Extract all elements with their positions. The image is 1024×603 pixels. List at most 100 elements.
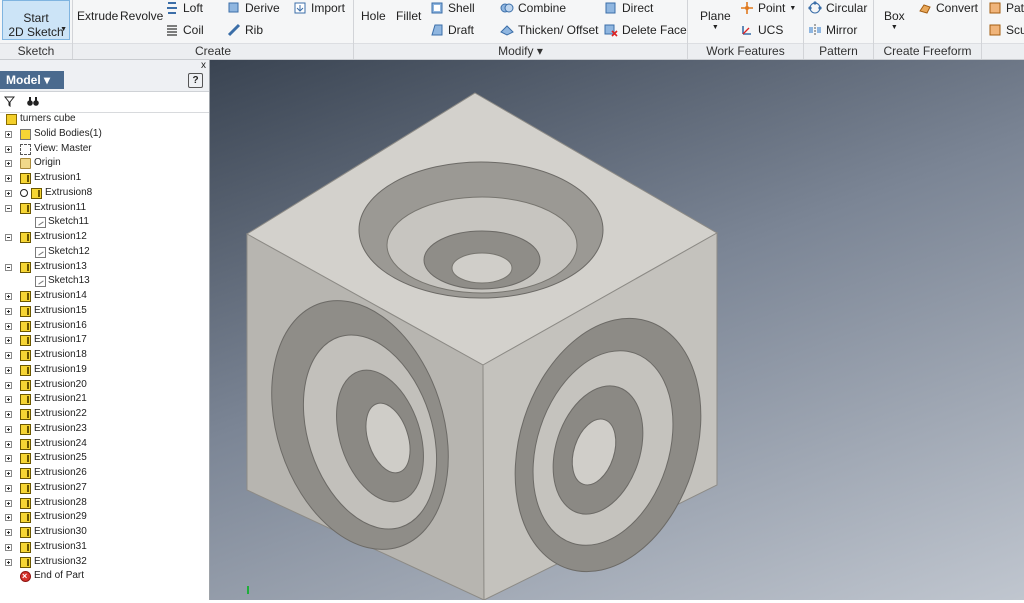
expand-toggle-icon[interactable] — [5, 425, 12, 433]
tree-item[interactable]: Extrusion29 — [0, 510, 209, 525]
filter-icon[interactable] — [4, 96, 15, 107]
tree-item[interactable]: Extrusion32 — [0, 555, 209, 570]
expand-toggle-icon[interactable] — [5, 366, 12, 374]
expand-toggle-icon[interactable] — [5, 543, 12, 551]
graphics-viewport[interactable] — [210, 60, 1024, 601]
tree-item[interactable]: Extrusion26 — [0, 466, 209, 481]
tree-item[interactable]: Solid Bodies(1) — [0, 127, 209, 142]
rib-button[interactable]: Rib — [227, 23, 263, 37]
tree-item[interactable]: Extrusion18 — [0, 348, 209, 363]
expand-toggle-icon[interactable] — [5, 160, 12, 168]
ucs-button[interactable]: UCS — [740, 23, 783, 37]
extrude-button[interactable]: Extrude — [77, 9, 118, 23]
tree-item[interactable]: Extrusion19 — [0, 363, 209, 378]
tree-item[interactable]: Extrusion12 — [0, 230, 209, 245]
tree-item[interactable]: Sketch11 — [0, 215, 209, 230]
expand-toggle-icon[interactable] — [5, 411, 12, 418]
tree-item[interactable]: Extrusion14 — [0, 289, 209, 304]
derive-label: Derive — [245, 1, 280, 15]
delete-face-button[interactable]: Delete Face — [604, 23, 687, 37]
expand-toggle-icon[interactable] — [5, 381, 12, 389]
fillet-button[interactable]: Fillet — [396, 9, 421, 23]
loft-button[interactable]: Loft — [165, 1, 203, 15]
hole-button[interactable]: Hole — [361, 9, 386, 23]
expand-toggle-icon[interactable] — [5, 263, 12, 271]
convert-button[interactable]: Convert — [918, 1, 978, 15]
tree-item[interactable]: Extrusion23 — [0, 422, 209, 437]
tree-item[interactable]: Extrusion17 — [0, 333, 209, 348]
binoculars-icon[interactable] — [27, 96, 39, 107]
box-dropdown-icon[interactable]: ▼ — [884, 23, 905, 32]
sculpt-button[interactable]: Scu — [988, 23, 1024, 37]
revolve-button[interactable]: Revolve — [120, 9, 163, 23]
box-button[interactable]: Box ▼ — [884, 9, 905, 32]
expand-toggle-icon[interactable] — [5, 352, 12, 359]
tree-root-item[interactable]: turners cube — [0, 112, 209, 127]
tree-item[interactable]: Extrusion31 — [0, 540, 209, 555]
expand-toggle-icon[interactable] — [5, 307, 12, 315]
turners-cube-model[interactable] — [210, 60, 1024, 601]
tree-item[interactable]: Extrusion22 — [0, 407, 209, 422]
extrusion-icon — [20, 482, 31, 494]
shell-button[interactable]: Shell — [430, 1, 475, 15]
expand-toggle-icon[interactable] — [5, 189, 12, 197]
direct-button[interactable]: Direct — [604, 1, 653, 15]
expand-toggle-icon[interactable] — [5, 470, 12, 477]
expand-toggle-icon[interactable] — [5, 175, 12, 182]
tree-item[interactable]: End of Part — [0, 569, 209, 584]
tree-item[interactable]: Extrusion16 — [0, 319, 209, 334]
mirror-button[interactable]: Mirror — [808, 23, 857, 37]
tree-item[interactable]: View: Master — [0, 142, 209, 157]
tree-item[interactable]: Extrusion20 — [0, 378, 209, 393]
tree-item[interactable]: Extrusion25 — [0, 451, 209, 466]
help-icon[interactable]: ? — [188, 73, 203, 88]
import-button[interactable]: Import — [293, 1, 345, 15]
start-2d-sketch-button[interactable]: Start 2D Sketch ▼ — [2, 0, 70, 40]
expand-toggle-icon[interactable] — [5, 293, 12, 300]
point-dropdown-icon[interactable]: ▼ — [789, 5, 796, 12]
expand-toggle-icon[interactable] — [5, 558, 12, 566]
expand-toggle-icon[interactable] — [5, 396, 12, 404]
expand-toggle-icon[interactable] — [5, 455, 12, 463]
tree-item[interactable]: Origin — [0, 156, 209, 171]
plane-button[interactable]: Plane ▼ — [700, 9, 731, 32]
modify-panel-label[interactable]: Modify ▾ — [354, 43, 687, 59]
tree-item[interactable]: Extrusion24 — [0, 437, 209, 452]
coil-button[interactable]: Coil — [165, 23, 204, 37]
loft-label: Loft — [183, 1, 204, 15]
dropdown-arrow-icon[interactable]: ▼ — [60, 23, 67, 37]
expand-toggle-icon[interactable] — [5, 514, 12, 522]
plane-dropdown-icon[interactable]: ▼ — [700, 23, 731, 32]
expand-toggle-icon[interactable] — [5, 204, 12, 212]
tree-item[interactable]: Extrusion13 — [0, 260, 209, 275]
tree-item[interactable]: Extrusion27 — [0, 481, 209, 496]
tree-item[interactable]: Extrusion8 — [0, 186, 209, 201]
combine-button[interactable]: Combine — [500, 1, 566, 15]
close-icon[interactable]: x — [201, 60, 206, 71]
expand-toggle-icon[interactable] — [5, 130, 12, 138]
tree-item[interactable]: Sketch12 — [0, 245, 209, 260]
expand-toggle-icon[interactable] — [5, 484, 12, 492]
tree-item[interactable]: Extrusion1 — [0, 171, 209, 186]
expand-toggle-icon[interactable] — [5, 529, 12, 536]
tree-item[interactable]: Extrusion21 — [0, 392, 209, 407]
expand-toggle-icon[interactable] — [5, 440, 12, 448]
tree-item[interactable]: Sketch13 — [0, 274, 209, 289]
draft-button[interactable]: Draft — [430, 23, 474, 37]
browser-title-dropdown[interactable]: Model ▾ — [0, 71, 64, 89]
patch-button[interactable]: Patt — [988, 1, 1024, 15]
thicken-offset-button[interactable]: Thicken/ Offset — [500, 23, 598, 37]
expand-toggle-icon[interactable] — [5, 145, 12, 153]
expand-toggle-icon[interactable] — [5, 337, 12, 345]
tree-item[interactable]: Extrusion30 — [0, 525, 209, 540]
point-button[interactable]: Point ▼ — [740, 1, 796, 15]
expand-toggle-icon[interactable] — [5, 322, 12, 330]
tree-item[interactable]: Extrusion11 — [0, 201, 209, 216]
tree-item[interactable]: Extrusion28 — [0, 496, 209, 511]
derive-button[interactable]: Derive — [227, 1, 280, 15]
tree-item-label: Extrusion20 — [34, 378, 87, 390]
tree-item[interactable]: Extrusion15 — [0, 304, 209, 319]
circular-pattern-button[interactable]: Circular — [808, 1, 867, 15]
expand-toggle-icon[interactable] — [5, 499, 12, 507]
expand-toggle-icon[interactable] — [5, 234, 12, 241]
